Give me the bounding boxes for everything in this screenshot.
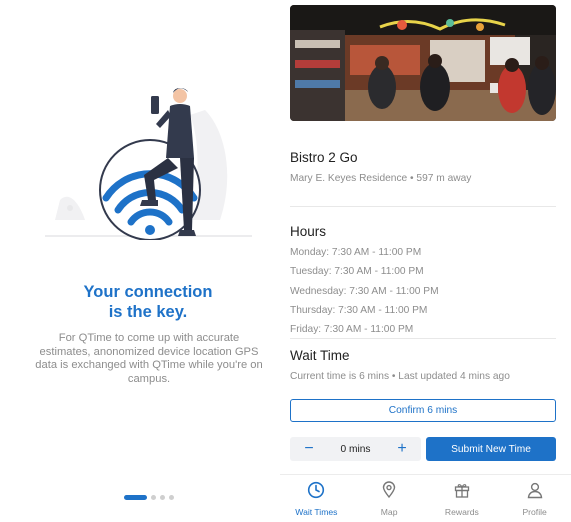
wait-time-heading: Wait Time	[290, 348, 350, 363]
wifi-person-illustration	[40, 80, 255, 241]
restaurant-location: Mary E. Keyes Residence • 597 m away	[290, 173, 472, 184]
hours-item-thursday: Thursday: 7:30 AM - 11:00 PM	[290, 304, 428, 316]
divider	[290, 338, 556, 339]
hours-list: Monday: 7:30 AM - 11:00 PM Tuesday: 7:30…	[290, 246, 556, 342]
tab-label: Rewards	[444, 507, 479, 517]
tab-wait-times[interactable]: Wait Times	[280, 475, 353, 522]
page-dot-3[interactable]	[160, 494, 165, 500]
map-pin-icon	[380, 481, 398, 504]
page-dot-4[interactable]	[169, 494, 174, 500]
restaurant-name: Bistro 2 Go	[290, 150, 358, 165]
onboarding-screen: Your connection is the key. For QTime to…	[0, 0, 276, 522]
onboarding-title-line1: Your connection	[83, 283, 213, 301]
submit-new-time-button[interactable]: Submit New Time	[426, 437, 556, 461]
clock-icon	[307, 481, 325, 504]
decrement-button[interactable]: −	[290, 437, 328, 461]
tab-label: Wait Times	[295, 507, 338, 517]
page-indicator	[124, 494, 174, 500]
hours-item-monday: Monday: 7:30 AM - 11:00 PM	[290, 247, 422, 258]
divider	[290, 206, 556, 207]
tab-profile[interactable]: Profile	[498, 475, 571, 522]
wait-time-stepper: − 0 mins +	[290, 437, 421, 461]
wait-time-info: Current time is 6 mins • Last updated 4 …	[290, 371, 510, 382]
confirm-wait-button[interactable]: Confirm 6 mins	[290, 399, 556, 422]
onboarding-title: Your connection is the key.	[20, 282, 276, 322]
tab-label: Map	[380, 507, 398, 517]
gift-icon	[453, 481, 471, 504]
restaurant-detail-screen: Bistro 2 Go Mary E. Keyes Residence • 59…	[280, 0, 571, 522]
tab-map[interactable]: Map	[353, 475, 426, 522]
bottom-tab-bar: Wait Times Map Rewards Profile	[280, 474, 571, 522]
hours-heading: Hours	[290, 224, 327, 239]
onboarding-title-line2: is the key.	[108, 303, 188, 321]
increment-button[interactable]: +	[383, 437, 421, 461]
profile-icon	[526, 481, 544, 504]
hours-item-tuesday: Tuesday: 7:30 AM - 11:00 PM	[290, 266, 424, 278]
onboarding-description: For QTime to come up with accurate estim…	[35, 332, 263, 385]
stepper-value: 0 mins	[340, 443, 371, 455]
page-dot-1[interactable]	[124, 494, 147, 500]
page-dot-2[interactable]	[151, 494, 156, 500]
tab-rewards[interactable]: Rewards	[426, 475, 499, 522]
tab-label: Profile	[522, 507, 547, 517]
hours-item-friday: Friday: 7:30 AM - 11:00 PM	[290, 324, 414, 336]
hours-item-wednesday: Wednesday: 7:30 AM - 11:00 PM	[290, 285, 439, 297]
restaurant-photo	[290, 5, 556, 121]
